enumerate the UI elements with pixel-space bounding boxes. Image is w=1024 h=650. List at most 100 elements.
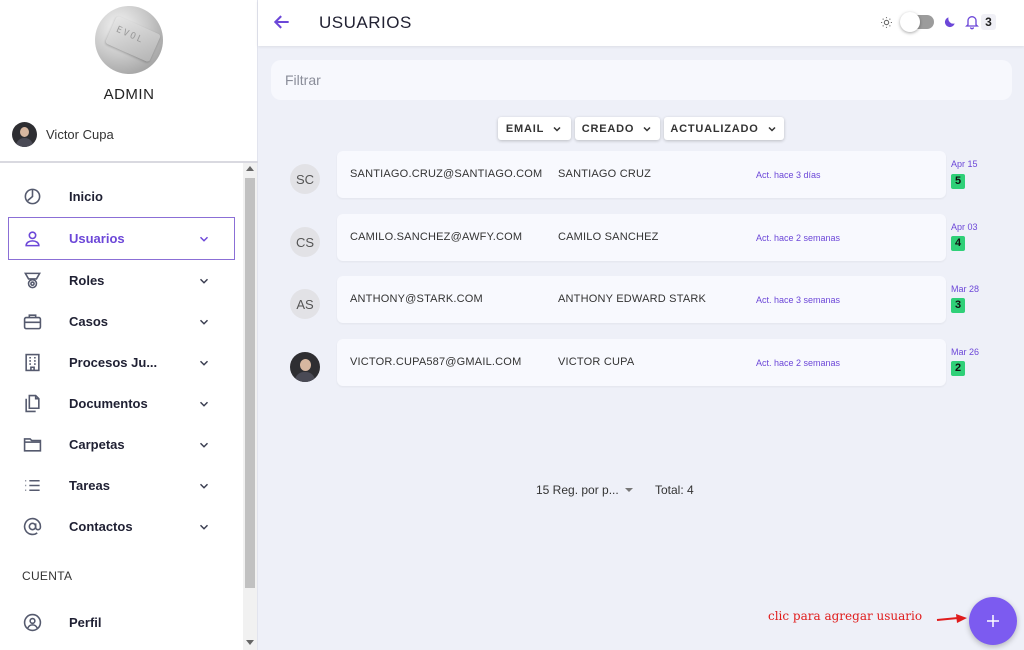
briefcase-icon xyxy=(22,312,42,332)
sort-label: CREADO xyxy=(581,122,635,135)
chevron-down-icon xyxy=(197,397,211,411)
sort-label: ACTUALIZADO xyxy=(670,122,759,135)
sidebar-item-label: Perfil xyxy=(69,615,102,630)
clock-icon xyxy=(22,187,42,207)
chevron-down-icon xyxy=(197,356,211,370)
sort-email-button[interactable]: EMAIL xyxy=(498,117,571,140)
sidebar-item-label: Tareas xyxy=(69,478,110,493)
user-updated: Act. hace 2 semanas xyxy=(756,233,841,243)
count-badge: 5 xyxy=(951,174,965,189)
documents-icon xyxy=(22,394,42,414)
medal-icon xyxy=(22,271,42,291)
sidebar-item-casos[interactable]: Casos xyxy=(0,301,243,342)
sort-actualizado-button[interactable]: ACTUALIZADO xyxy=(664,117,784,140)
sidebar-item-label: Casos xyxy=(69,314,109,329)
current-user[interactable]: Victor Cupa xyxy=(12,122,114,147)
sidebar-item-label: Inicio xyxy=(69,189,103,204)
building-icon xyxy=(22,353,42,373)
divider xyxy=(0,161,258,163)
notification-count: 3 xyxy=(981,14,996,30)
table-row[interactable]: ANTHONY@STARK.COM ANTHONY EDWARD STARK A… xyxy=(337,276,946,323)
at-icon xyxy=(22,517,42,537)
sidebar-item-roles[interactable]: Roles xyxy=(0,260,243,301)
sidebar-scroll-thumb[interactable] xyxy=(245,178,255,588)
section-label-cuenta: CUENTA xyxy=(22,569,73,583)
chevron-down-icon xyxy=(197,438,211,452)
user-date: Apr 15 xyxy=(951,159,978,169)
sidebar: EVOL ADMIN Victor Cupa Inicio Usuarios R… xyxy=(0,0,258,650)
sidebar-title: ADMIN xyxy=(103,86,155,103)
bell-icon[interactable] xyxy=(964,14,980,30)
sort-creado-button[interactable]: CREADO xyxy=(575,117,660,140)
sun-icon xyxy=(880,16,893,29)
sidebar-item-label: Documentos xyxy=(69,396,148,411)
logo: EVOL xyxy=(95,6,163,74)
per-page-select[interactable]: 15 Reg. por p... xyxy=(536,483,619,497)
moon-icon xyxy=(943,15,957,29)
user-email: VICTOR.CUPA587@GMAIL.COM xyxy=(350,356,522,368)
user-date: Apr 03 xyxy=(951,222,978,232)
count-badge: 2 xyxy=(951,361,965,376)
sidebar-item-label: Usuarios xyxy=(69,231,125,246)
user-icon xyxy=(22,229,42,249)
user-email: ANTHONY@STARK.COM xyxy=(350,293,483,305)
caret-down-icon[interactable] xyxy=(625,488,633,492)
sidebar-item-contactos[interactable]: Contactos xyxy=(0,506,243,547)
user-name: VICTOR CUPA xyxy=(558,356,635,368)
user-updated: Act. hace 3 semanas xyxy=(756,295,841,305)
filter-box xyxy=(271,60,1012,100)
table-row[interactable]: CAMILO.SANCHEZ@AWFY.COM CAMILO SANCHEZ A… xyxy=(337,214,946,261)
logo-text: EVOL xyxy=(114,24,146,47)
table-row[interactable]: SANTIAGO.CRUZ@SANTIAGO.COM SANTIAGO CRUZ… xyxy=(337,151,946,198)
sidebar-item-procesos[interactable]: Procesos Ju... xyxy=(0,342,243,383)
total-count: Total: 4 xyxy=(655,483,694,497)
count-badge: 3 xyxy=(951,298,965,313)
sidebar-item-usuarios[interactable]: Usuarios xyxy=(8,217,235,260)
sidebar-nav: Inicio Usuarios Roles Casos Procesos Ju.… xyxy=(0,176,243,547)
scroll-down-icon[interactable] xyxy=(246,640,254,645)
user-name: CAMILO SANCHEZ xyxy=(558,231,659,243)
chevron-down-icon xyxy=(643,126,651,132)
user-initials-avatar: AS xyxy=(290,289,320,319)
chevron-down-icon xyxy=(768,126,776,132)
chevron-down-icon xyxy=(553,126,561,132)
sidebar-item-label: Contactos xyxy=(69,519,133,534)
list-icon xyxy=(22,476,42,496)
user-updated: Act. hace 2 semanas xyxy=(756,358,841,368)
user-initials-avatar: SC xyxy=(290,164,320,194)
plus-icon xyxy=(987,615,999,627)
scroll-up-icon[interactable] xyxy=(246,166,254,171)
chevron-down-icon xyxy=(197,315,211,329)
sidebar-item-perfil[interactable]: Perfil xyxy=(0,602,243,643)
chevron-down-icon xyxy=(197,232,211,246)
user-updated: Act. hace 3 días xyxy=(756,170,821,180)
chevron-down-icon xyxy=(197,274,211,288)
add-user-button[interactable] xyxy=(969,597,1017,645)
sort-label: EMAIL xyxy=(505,122,545,135)
user-date: Mar 28 xyxy=(951,284,980,294)
sidebar-item-label: Procesos Ju... xyxy=(69,355,158,370)
user-name: Victor Cupa xyxy=(46,127,114,142)
logo-card: EVOL xyxy=(104,15,162,63)
sidebar-item-label: Roles xyxy=(69,273,105,288)
user-name: SANTIAGO CRUZ xyxy=(558,168,652,180)
sidebar-item-carpetas[interactable]: Carpetas xyxy=(0,424,243,465)
sidebar-item-documentos[interactable]: Documentos xyxy=(0,383,243,424)
sidebar-item-label: Carpetas xyxy=(69,437,125,452)
user-email: CAMILO.SANCHEZ@AWFY.COM xyxy=(350,231,523,243)
chevron-down-icon xyxy=(197,479,211,493)
count-badge: 4 xyxy=(951,236,965,251)
avatar xyxy=(290,352,320,382)
user-email: SANTIAGO.CRUZ@SANTIAGO.COM xyxy=(350,168,543,180)
table-row[interactable]: VICTOR.CUPA587@GMAIL.COM VICTOR CUPA Act… xyxy=(337,339,946,386)
back-arrow-icon[interactable] xyxy=(272,12,292,32)
annotation-text: clic para agregar usuario xyxy=(768,609,923,623)
user-initials-avatar: CS xyxy=(290,227,320,257)
filter-input[interactable] xyxy=(285,60,1012,100)
folder-icon xyxy=(22,435,42,455)
sidebar-item-inicio[interactable]: Inicio xyxy=(0,176,243,217)
sidebar-item-tareas[interactable]: Tareas xyxy=(0,465,243,506)
avatar xyxy=(12,122,37,147)
theme-toggle-knob[interactable] xyxy=(900,12,920,32)
page-title: USUARIOS xyxy=(319,13,412,32)
